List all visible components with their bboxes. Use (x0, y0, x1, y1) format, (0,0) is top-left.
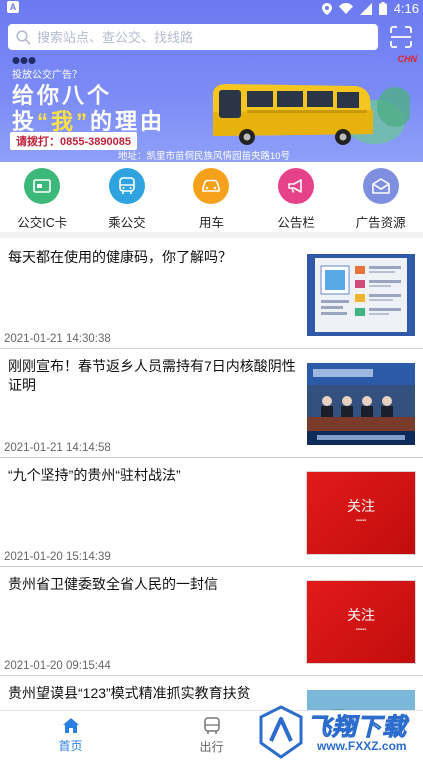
nav-label-home: 首页 (58, 739, 83, 753)
car-icon (193, 168, 230, 204)
bus-nav-icon (203, 717, 220, 734)
news-title: “九个坚持”的贵州“驻村战法” (8, 467, 181, 483)
menu-ad-resources[interactable]: 广告资源 (339, 162, 423, 232)
wifi-icon (338, 3, 353, 14)
banner-address: 地址：凯里市苗侗民族风情园苗央路10号 (118, 151, 291, 162)
banner-title-part-a: 投 (12, 109, 38, 134)
menu-label-use-car: 用车 (198, 216, 224, 230)
banner-brand-logo: CHN (397, 54, 418, 64)
mail-icon (362, 168, 399, 204)
thumbnail-text: 关注 (347, 607, 375, 623)
nav-home[interactable]: 首页 (0, 711, 141, 763)
watermark-url: www.FXXZ.com (317, 739, 407, 753)
menu-ic-card[interactable]: 公交IC卡 (0, 162, 84, 232)
press-conference-thumbnail (307, 363, 415, 445)
banner-title-highlight: “我” (37, 109, 91, 134)
header-area: A 4:16 投放公交广告？ 给你八个 投“我”的理由 (0, 0, 423, 162)
banner-title-part-c: 的理由 (90, 109, 166, 134)
home-icon (62, 718, 79, 733)
menu-bulletin[interactable]: 公告栏 (254, 162, 338, 232)
news-time: 2021-01-20 15:14:39 (4, 551, 111, 563)
thumbnail-subtext: ▪▪▪▪▪ (355, 627, 367, 633)
quick-menu: 公交IC卡 乘公交 用车 公告栏 广告资源 (0, 162, 423, 238)
news-item[interactable]: 贵州省卫健委致全省人民的一封信 关注 ▪▪▪▪▪ 2021-01-20 09:1… (0, 567, 423, 676)
notification-badge: A (7, 1, 19, 13)
news-title: 贵州望谟县“123”模式精准抓实教育扶贫 (8, 685, 251, 701)
news-item[interactable]: 刚刚宣布！春节返乡人员需持有7日内核酸阴性证明 2021-01-21 14:14… (0, 349, 423, 458)
thumbnail-subtext: ▪▪▪▪▪ (355, 518, 367, 524)
watermark-text: 飞翔下载 (307, 714, 407, 742)
location-icon (321, 2, 332, 15)
news-time: 2021-01-21 14:14:58 (4, 442, 111, 454)
app-screen: A 4:16 投放公交广告？ 给你八个 投“我”的理由 (0, 0, 423, 763)
status-bar: A 4:16 (0, 0, 423, 16)
news-title: 每天都在使用的健康码，你了解吗？ (8, 249, 232, 265)
watermark: 飞翔下载 www.FXXZ.com (257, 703, 417, 761)
bus-icon (108, 168, 145, 204)
menu-label-ic-card: 公交IC卡 (17, 216, 68, 230)
search-input[interactable] (37, 29, 357, 45)
watermark-logo-icon (259, 705, 303, 759)
news-item[interactable]: 每天都在使用的健康码，你了解吗？ 2021-01-21 14:30:38 (0, 240, 423, 349)
menu-label-take-bus: 乘公交 (108, 216, 146, 230)
follow-thumbnail: 关注 ▪▪▪▪▪ (307, 472, 415, 554)
menu-use-car[interactable]: 用车 (169, 162, 253, 232)
news-item[interactable]: “九个坚持”的贵州“驻村战法” 关注 ▪▪▪▪▪ 2021-01-20 15:1… (0, 458, 423, 567)
news-title: 刚刚宣布！春节返乡人员需持有7日内核酸阴性证明 (8, 358, 296, 393)
news-list: 每天都在使用的健康码，你了解吗？ 2021-01-21 14:30:38 刚刚宣… (0, 240, 423, 763)
clock: 4:16 (393, 1, 419, 16)
search-bar[interactable] (8, 24, 378, 50)
signal-icon (359, 2, 372, 15)
nav-label-travel: 出行 (199, 740, 224, 754)
megaphone-icon (278, 168, 315, 204)
scan-icon[interactable] (389, 25, 413, 49)
ad-banner[interactable]: 投放公交广告？ 给你八个 投“我”的理由 请拨打：0855-3890085 地址… (0, 52, 423, 162)
menu-label-ad-resources: 广告资源 (355, 216, 406, 230)
menu-take-bus[interactable]: 乘公交 (85, 162, 169, 232)
bus-illustration (213, 84, 410, 145)
news-time: 2021-01-20 09:15:44 (4, 660, 111, 672)
news-time: 2021-01-21 14:30:38 (4, 333, 111, 345)
news-title: 贵州省卫健委致全省人民的一封信 (8, 576, 218, 592)
thumbnail-text: 关注 (347, 498, 375, 514)
menu-label-bulletin: 公告栏 (277, 216, 315, 230)
ic-card-icon (24, 168, 61, 204)
search-icon (16, 29, 31, 45)
status-icons: 4:16 (321, 1, 419, 16)
health-code-thumbnail (307, 254, 415, 336)
follow-thumbnail: 关注 ▪▪▪▪▪ (307, 581, 415, 663)
battery-icon (378, 2, 387, 15)
